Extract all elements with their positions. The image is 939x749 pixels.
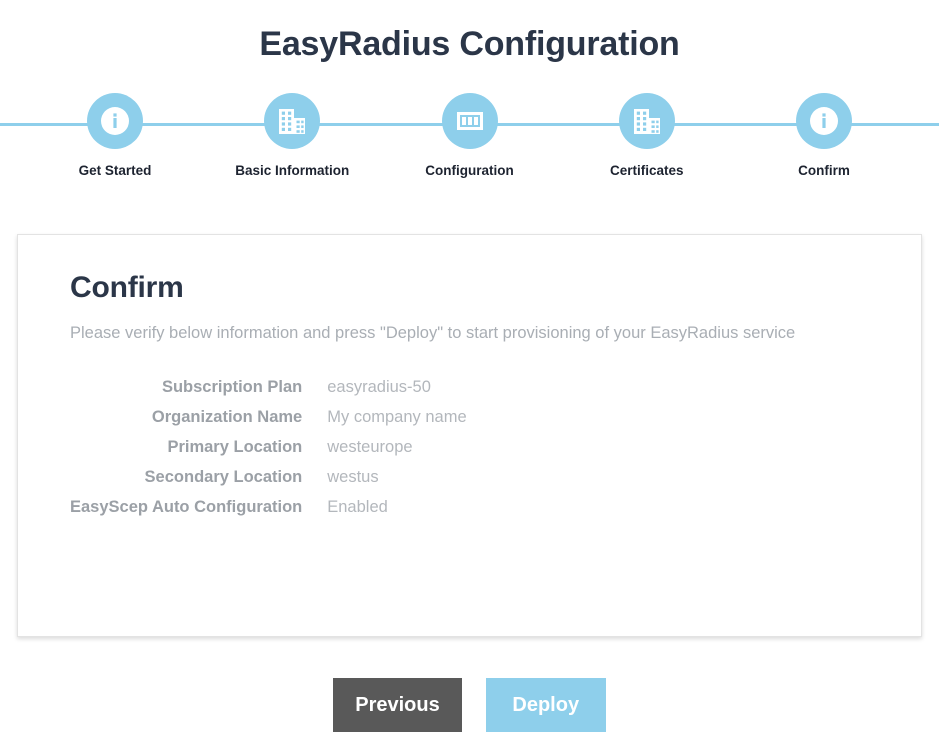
info-icon xyxy=(804,101,844,141)
summary-row: Secondary Location westus xyxy=(70,462,467,492)
page-title: EasyRadius Configuration xyxy=(259,25,680,63)
step-icon-circle xyxy=(618,92,675,149)
summary-row: Organization Name My company name xyxy=(70,402,467,432)
step-icon-circle xyxy=(441,92,498,149)
summary-value: westus xyxy=(327,467,379,486)
step-label: Configuration xyxy=(425,162,514,178)
summary-row: Subscription Plan easyradius-50 xyxy=(70,372,467,402)
card-title: Confirm xyxy=(70,271,184,304)
summary-key: EasyScep Auto Configuration xyxy=(70,497,303,516)
step-label: Certificates xyxy=(609,162,684,178)
step-configuration[interactable]: Configuration xyxy=(395,92,545,178)
step-basic-information[interactable]: Basic Information xyxy=(217,92,367,178)
summary-table: Subscription Plan easyradius-50 Organiza… xyxy=(70,372,467,522)
card-content: Confirm Please verify below information … xyxy=(18,235,921,522)
summary-value: My company name xyxy=(327,407,467,426)
previous-button[interactable]: Previous xyxy=(333,678,462,732)
summary-value: easyradius-50 xyxy=(327,377,431,396)
step-label: Confirm xyxy=(798,162,850,178)
summary-row: EasyScep Auto Configuration Enabled xyxy=(70,492,467,522)
building-icon xyxy=(630,104,664,138)
summary-key: Organization Name xyxy=(151,407,303,426)
summary-row: Primary Location westeurope xyxy=(70,432,467,462)
step-icon-circle xyxy=(796,92,852,149)
step-get-started[interactable]: Get Started xyxy=(40,92,190,178)
step-icon-circle xyxy=(264,92,321,149)
step-icon-circle xyxy=(87,92,143,149)
step-confirm[interactable]: Confirm xyxy=(749,92,899,178)
summary-key: Subscription Plan xyxy=(161,377,303,396)
summary-key: Primary Location xyxy=(167,437,303,456)
summary-value: westeurope xyxy=(327,437,413,456)
stepper-steps: Get Started Basic Information Configurat… xyxy=(0,92,939,178)
summary-value: Enabled xyxy=(327,497,388,516)
step-certificates[interactable]: Certificates xyxy=(572,92,722,178)
footer-actions: Previous Deploy xyxy=(0,678,939,732)
deploy-button[interactable]: Deploy xyxy=(485,678,606,732)
confirm-card: Confirm Please verify below information … xyxy=(17,234,922,637)
summary-key: Secondary Location xyxy=(144,467,303,486)
step-label: Basic Information xyxy=(235,162,350,178)
step-label: Get Started xyxy=(78,162,152,178)
server-card-icon xyxy=(453,104,487,138)
card-subtitle: Please verify below information and pres… xyxy=(70,324,796,342)
stepper: Get Started Basic Information Configurat… xyxy=(0,92,939,198)
building-icon xyxy=(275,104,309,138)
info-icon xyxy=(95,101,135,141)
